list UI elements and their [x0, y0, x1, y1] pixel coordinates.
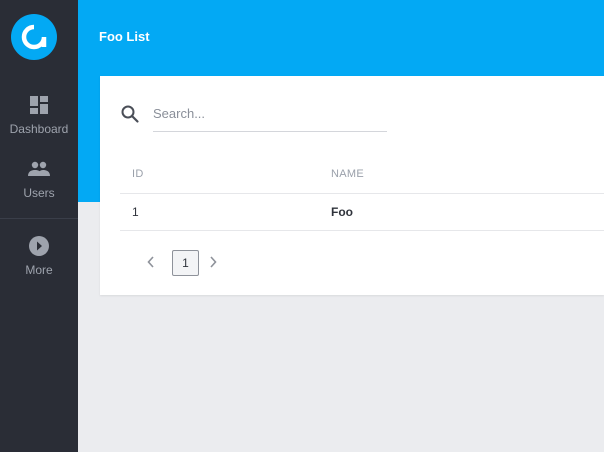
column-header-id[interactable]: ID — [132, 168, 144, 180]
sidebar-item-users[interactable]: Users — [0, 158, 78, 200]
search-icon — [120, 104, 140, 124]
more-icon — [28, 235, 50, 257]
cell-id: 1 — [132, 205, 139, 219]
search-bar — [120, 102, 390, 134]
app-logo-icon[interactable] — [11, 14, 57, 60]
chevron-right-icon[interactable] — [206, 254, 220, 270]
users-icon — [28, 158, 50, 180]
page-button[interactable]: 1 — [172, 250, 199, 276]
column-header-name[interactable]: NAME — [331, 168, 364, 180]
sidebar-divider — [0, 218, 78, 219]
search-input[interactable] — [153, 102, 387, 132]
dashboard-icon — [28, 94, 50, 116]
app-root: Dashboard Users More Foo List Search... … — [0, 0, 604, 452]
sidebar-item-dashboard[interactable]: Dashboard — [0, 94, 78, 136]
sidebar-item-label: Users — [23, 186, 55, 200]
sidebar-item-more[interactable]: More — [0, 235, 78, 277]
table-header: ID NAME — [120, 158, 604, 194]
chevron-left-icon[interactable] — [144, 254, 158, 270]
sidebar-item-label: Dashboard — [9, 122, 69, 136]
sidebar: Dashboard Users More — [0, 0, 78, 452]
list-card: ID NAME 1 Foo 1 — [100, 76, 604, 295]
table-row[interactable]: 1 Foo — [120, 194, 604, 231]
data-table: ID NAME 1 Foo — [120, 158, 604, 231]
sidebar-item-label: More — [25, 263, 53, 277]
page-title: Foo List — [99, 29, 150, 44]
cell-name: Foo — [331, 205, 353, 219]
